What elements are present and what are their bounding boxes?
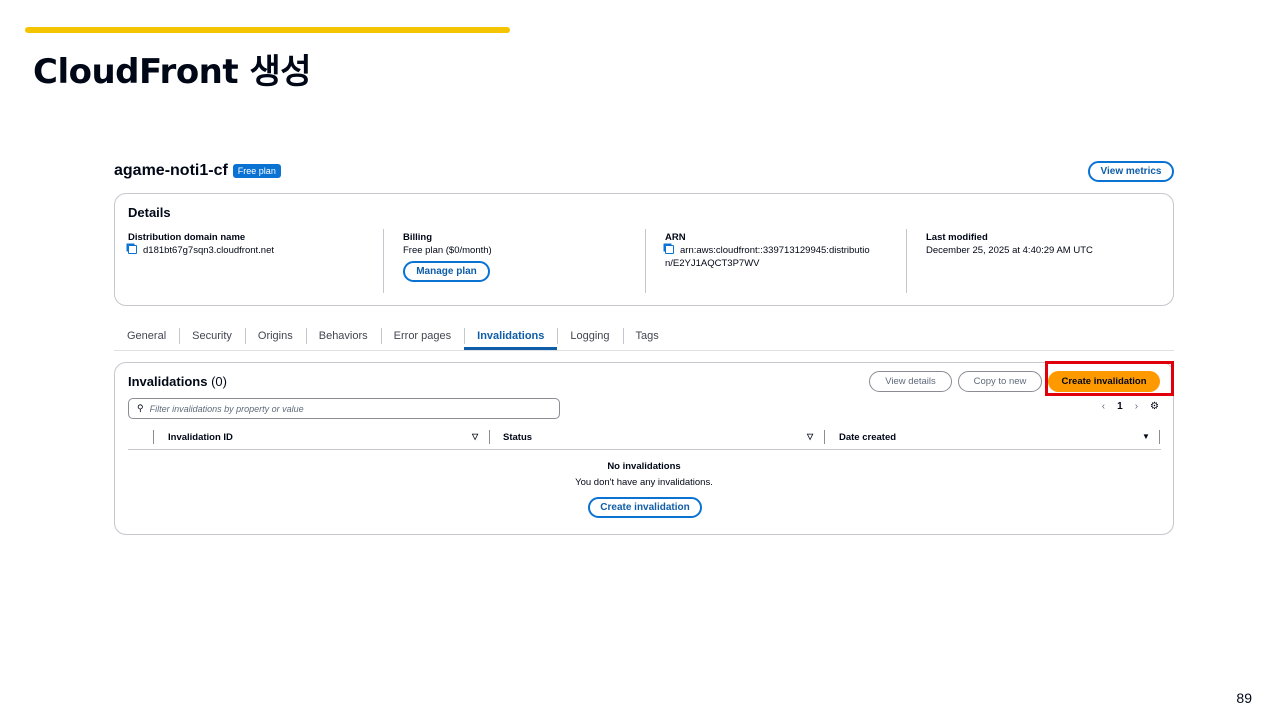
tab-error-pages[interactable]: Error pages [380,322,464,350]
divider [383,229,384,293]
details-heading: Details [128,205,171,220]
settings-gear-icon[interactable]: ⚙ [1150,401,1159,412]
invalidations-count: (0) [211,374,227,389]
cloudfront-screenshot: agame-noti1-cf Free plan View metrics De… [105,152,1185,562]
arn-value-2: n/E2YJ1AQCT3P7WV [665,258,760,269]
sort-icon[interactable]: ▽ [472,432,478,441]
filter-search-input[interactable]: ⚲ Filter invalidations by property or va… [128,398,560,419]
column-date-created[interactable]: Date created [839,432,896,443]
arn-value-1: arn:aws:cloudfront::339713129945:distrib… [680,245,870,256]
manage-plan-button[interactable]: Manage plan [403,261,490,282]
tab-bar: General Security Origins Behaviors Error… [114,322,1174,351]
sort-icon[interactable]: ▽ [807,432,813,441]
slide-title: CloudFront 생성 [33,52,312,92]
copy-to-new-button[interactable]: Copy to new [958,371,1042,392]
tab-general[interactable]: General [114,322,179,350]
search-icon: ⚲ [137,403,144,413]
pagination: ‹ 1 › ⚙ [1102,401,1159,412]
billing-label: Billing [403,232,433,243]
table-header: Invalidation ID ▽ Status ▽ Date created … [128,429,1161,450]
empty-title: No invalidations [607,461,681,472]
billing-value: Free plan ($0/month) [403,245,492,256]
sort-desc-icon[interactable]: ▼ [1142,432,1150,441]
column-status[interactable]: Status [503,432,532,443]
plan-badge: Free plan [232,164,281,178]
modified-value: December 25, 2025 at 4:40:29 AM UTC [926,245,1093,256]
invalidations-panel: Invalidations (0) View details Copy to n… [114,361,1174,535]
tab-security[interactable]: Security [179,322,245,350]
column-divider [153,430,154,444]
details-panel: Details Distribution domain name d181bt6… [114,193,1174,306]
empty-create-invalidation-button[interactable]: Create invalidation [588,497,702,518]
domain-label: Distribution domain name [128,232,246,243]
tab-origins[interactable]: Origins [244,322,306,350]
copy-icon[interactable] [128,245,137,254]
current-page[interactable]: 1 [1117,401,1123,412]
tab-behaviors[interactable]: Behaviors [305,322,381,350]
tab-invalidations[interactable]: Invalidations [464,322,558,350]
accent-bar [25,27,510,33]
tab-logging[interactable]: Logging [557,322,622,350]
view-metrics-button[interactable]: View metrics [1088,161,1174,182]
column-divider [1159,430,1160,444]
tab-tags[interactable]: Tags [622,322,672,350]
highlight-box [1045,361,1174,396]
page-number: 89 [1236,690,1252,706]
empty-text: You don't have any invalidations. [575,477,713,488]
view-details-button[interactable]: View details [869,371,952,392]
arn-label: ARN [665,232,686,243]
copy-icon[interactable] [665,245,674,254]
divider [645,229,646,293]
column-divider [489,430,490,444]
search-placeholder: Filter invalidations by property or valu… [149,403,304,414]
modified-field: Last modified December 25, 2025 at 4:40:… [926,231,1093,257]
domain-field: Distribution domain name d181bt67g7sqn3.… [128,231,274,257]
column-divider [824,430,825,444]
distribution-header: agame-noti1-cf Free plan [114,162,281,180]
column-invalidation-id[interactable]: Invalidation ID [168,432,233,443]
domain-value: d181bt67g7sqn3.cloudfront.net [143,245,274,256]
invalidations-heading: Invalidations (0) [128,374,227,389]
billing-field: Billing Free plan ($0/month) [403,231,492,257]
modified-label: Last modified [926,232,988,243]
arn-field: ARN arn:aws:cloudfront::339713129945:dis… [665,231,870,270]
prev-page-icon[interactable]: ‹ [1102,401,1105,412]
divider [906,229,907,293]
invalidations-title: Invalidations [128,374,208,389]
distribution-name: agame-noti1-cf [114,162,228,179]
next-page-icon[interactable]: › [1135,401,1138,412]
